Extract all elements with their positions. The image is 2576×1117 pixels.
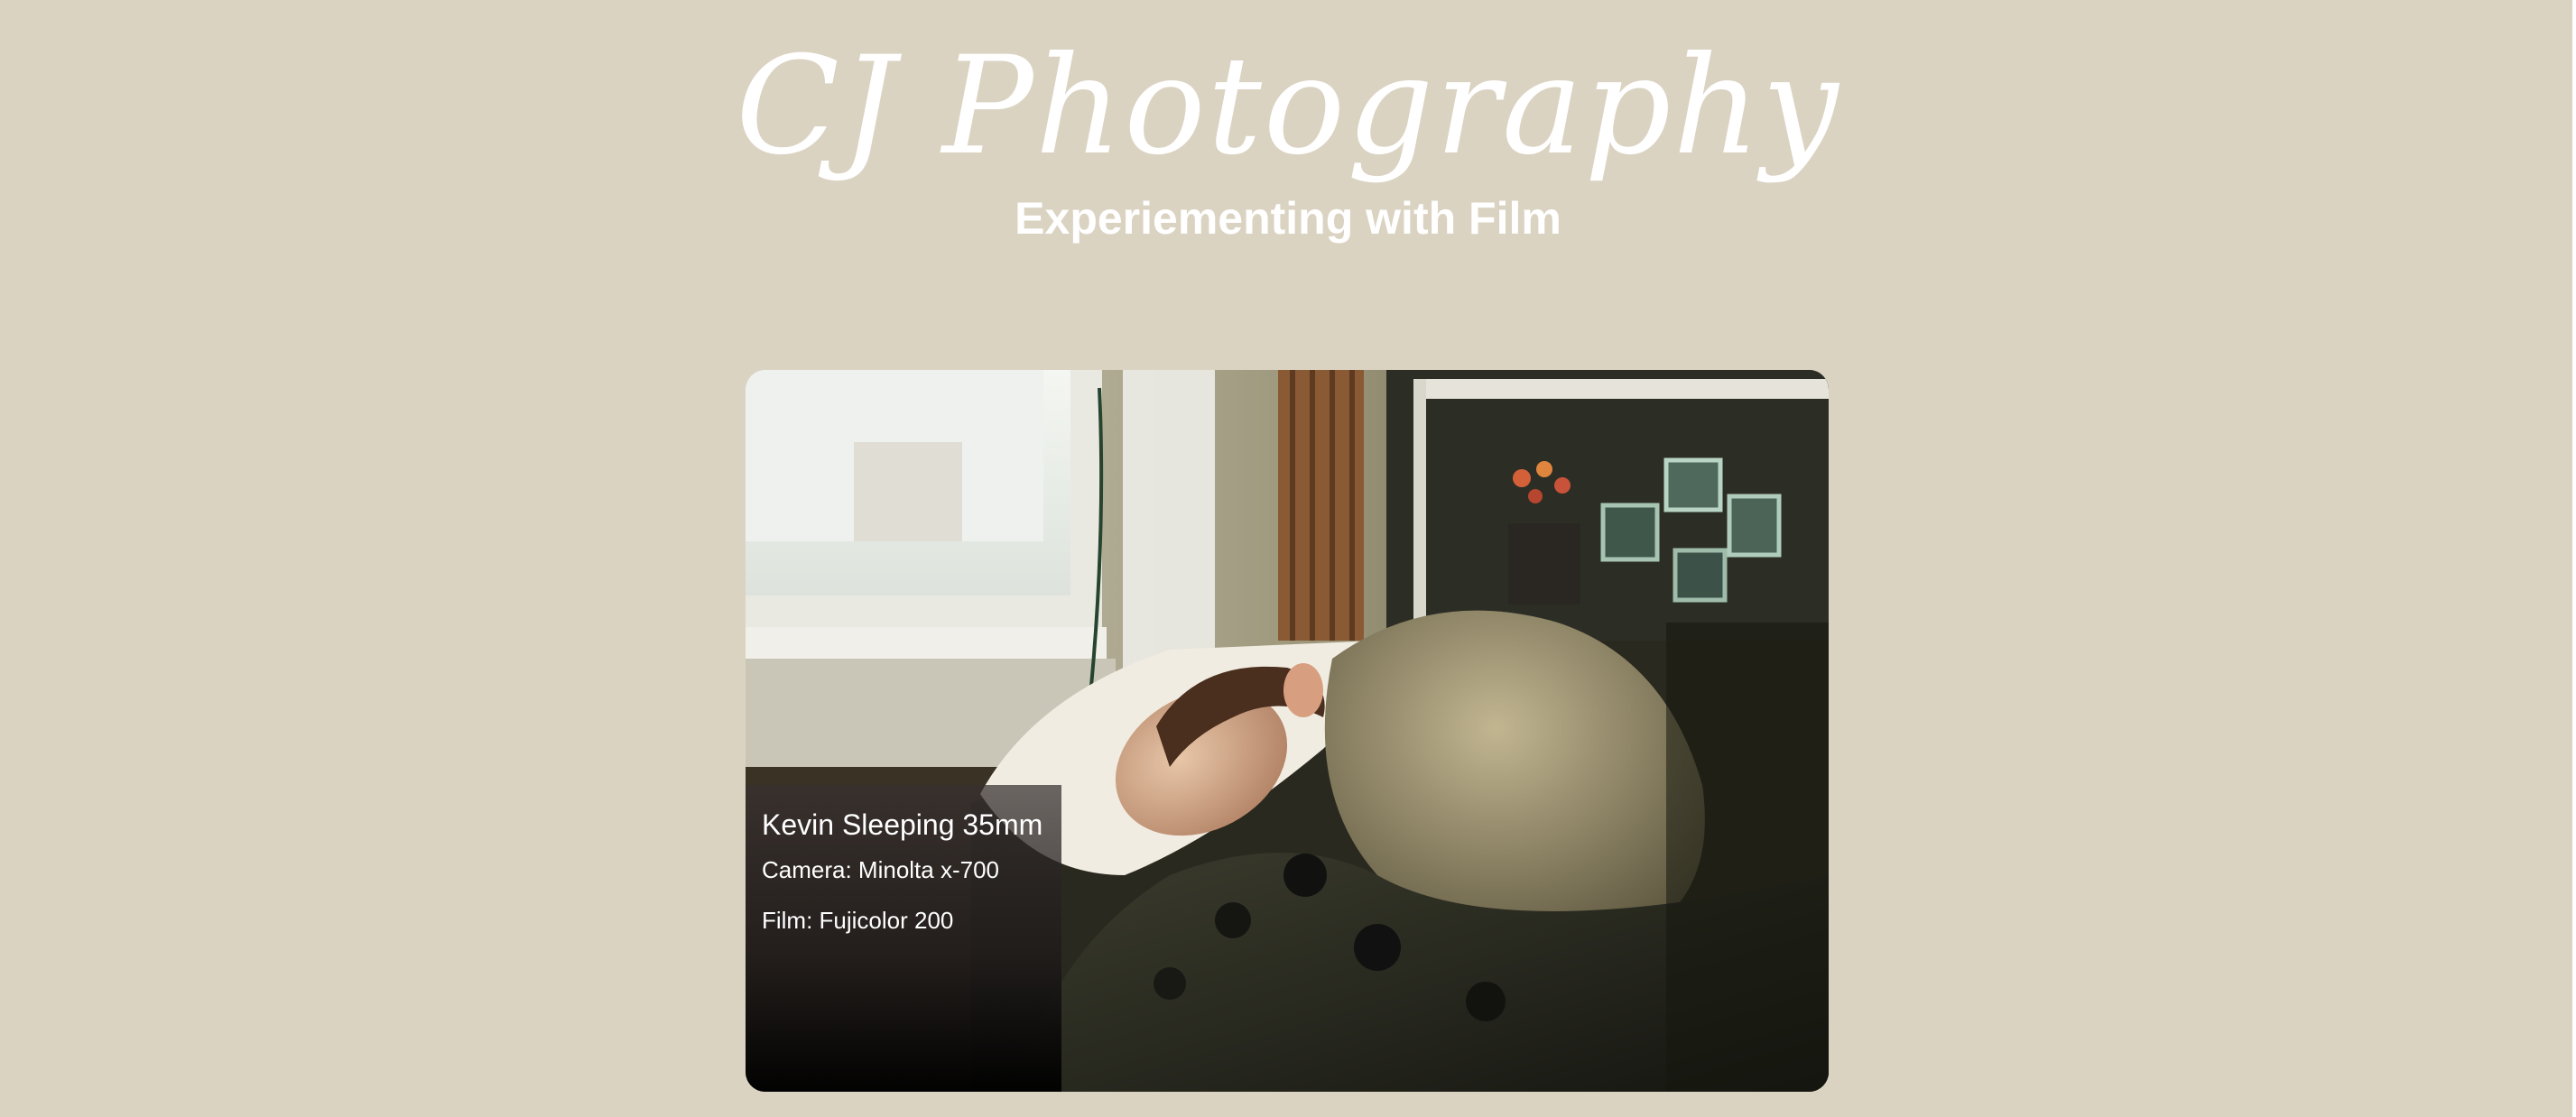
photo-camera: Camera: Minolta x-700 (762, 856, 999, 883)
photo-card[interactable]: Kevin Sleeping 35mm Camera: Minolta x-70… (746, 370, 1829, 1092)
site-subtitle: Experiementing with Film (1015, 193, 1561, 244)
site-title: CJ Photography (736, 28, 1840, 185)
photo-title: Kevin Sleeping 35mm (762, 808, 1043, 841)
photo-film: Film: Fujicolor 200 (762, 907, 954, 934)
photo-caption-panel: Kevin Sleeping 35mm Camera: Minolta x-70… (746, 785, 1061, 1092)
